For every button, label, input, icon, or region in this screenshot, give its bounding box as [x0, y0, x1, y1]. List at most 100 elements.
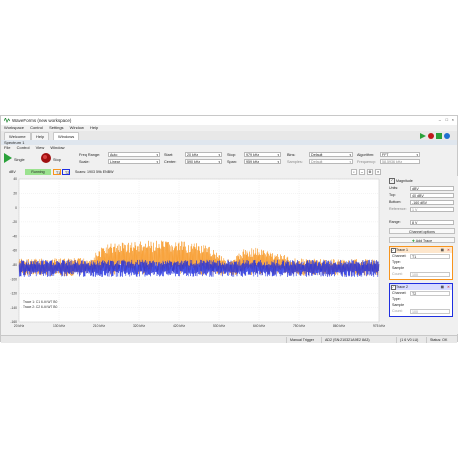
menu-settings[interactable]: Settings	[49, 125, 63, 130]
chevron-down-icon: ▾	[416, 153, 418, 157]
start-label: Start:	[164, 153, 174, 157]
bins-select[interactable]: Default ▾	[309, 152, 353, 157]
magnitude-label: Magnitude	[396, 179, 413, 183]
spectrum-plot[interactable]: 40200-20-40-60-80-100-120-140-160 20 kHz…	[1, 176, 386, 335]
trace2-card: ✓ Trace 2 ▦ ✕ Channel: T2 Type: Sample Co…	[389, 283, 453, 317]
x-tick-label: 420 kHz	[173, 324, 185, 328]
range-select[interactable]: 8 V	[410, 219, 454, 225]
start-field[interactable]: 20 kHz ▾	[185, 152, 222, 157]
device-status[interactable]: AD2 (SN:210321A9E2 8A3)	[321, 337, 373, 343]
y-tick-label: 0	[15, 206, 17, 210]
trigger-status[interactable]: Manual Trigger	[286, 337, 317, 343]
bins-value: Default	[311, 153, 323, 157]
trace1-name: Trace 1	[396, 248, 409, 252]
close-icon[interactable]: ×	[452, 117, 454, 122]
span-field[interactable]: 959 kHz ▾	[244, 159, 281, 164]
units-value: dBV	[412, 186, 419, 191]
menu-window[interactable]: Window	[70, 125, 84, 130]
trace1-channel-value: T1	[412, 254, 417, 259]
app-window: WaveForms (new workspace) – □ × Workspac…	[0, 115, 458, 343]
trace2-count-value: 100	[412, 309, 418, 314]
trace1-channel-label: Channel:	[392, 254, 407, 258]
trace1-toggle[interactable]: T1	[53, 169, 61, 175]
maximize-icon[interactable]: □	[446, 117, 448, 122]
y-tick-label: -100	[10, 277, 17, 281]
magnitude-checkbox[interactable]: ✓	[389, 178, 395, 185]
freq-range-value: Auto	[110, 153, 118, 157]
add-trace-label: Add Trace	[415, 239, 433, 243]
minimize-icon[interactable]: –	[439, 117, 441, 122]
y-tick-label: -120	[10, 292, 17, 296]
title-bar: WaveForms (new workspace) – □ ×	[1, 116, 457, 125]
window-title: WaveForms (new workspace)	[12, 118, 72, 123]
menu-help[interactable]: Help	[90, 125, 98, 130]
freq-range-select[interactable]: Auto ▾	[108, 152, 160, 157]
menu-control[interactable]: Control	[30, 125, 43, 130]
stop-freq-field[interactable]: 979 kHz ▾	[244, 152, 281, 157]
voltage-status: (1 6 V0 LU)	[396, 337, 421, 343]
cursor-icon[interactable]: ↔	[359, 169, 365, 175]
stop-label: Stop	[53, 158, 61, 162]
list-icon[interactable]: ≡	[375, 169, 381, 175]
x-tick-label: 860 kHz	[333, 324, 345, 328]
single-run-icon[interactable]	[4, 153, 12, 163]
trace2-channel-value: T2	[412, 291, 417, 296]
scale-select[interactable]: Linear ▾	[108, 159, 160, 164]
y-tick-label: -20	[12, 220, 17, 224]
frequency-label: Frequency:	[357, 160, 376, 164]
run-icon[interactable]	[420, 133, 426, 139]
plot-toolbar: dBV Running T1 T2 Scans: 1903 59k ENBW ⌕…	[1, 168, 457, 176]
bottom-field[interactable]: -160 dBV	[410, 199, 454, 205]
gear-icon[interactable]: ⚙	[367, 169, 373, 175]
algorithm-value: FFT	[382, 153, 389, 157]
stop-freq-value: 979 kHz	[246, 153, 260, 157]
reference-field[interactable]: 1 V	[410, 206, 454, 212]
range-value: 8 V	[412, 220, 418, 225]
bottom-value: -160 dBV	[412, 200, 427, 205]
stop-icon[interactable]	[428, 133, 434, 139]
app-logo-icon	[4, 118, 10, 123]
frequency-field[interactable]: 58.5936 kHz	[380, 159, 420, 164]
trace1-count-label: Count:	[392, 272, 403, 276]
trace2-name: Trace 2	[396, 285, 409, 289]
top-value: 40 dBV	[412, 193, 424, 198]
center-field[interactable]: 590 kHz ▾	[185, 159, 222, 164]
help-icon[interactable]	[444, 133, 450, 139]
trace1-type-label: Type:	[392, 260, 401, 264]
menu-workspace[interactable]: Workspace	[4, 125, 24, 130]
zoom-icon[interactable]: ⌕	[351, 169, 357, 175]
stop-freq-label: Stop:	[227, 153, 236, 157]
x-tick-label: 975 kHz	[373, 324, 385, 328]
trace2-channel-select[interactable]: T2	[410, 290, 450, 296]
samples-label: Samples:	[287, 160, 303, 164]
units-label: Units:	[389, 186, 399, 190]
algorithm-select[interactable]: FFT ▾	[380, 152, 420, 157]
top-field[interactable]: 40 dBV	[410, 192, 454, 198]
x-tick-label: 20 kHz	[14, 324, 25, 328]
ok-status: Status: OK	[426, 337, 450, 343]
magnitude-section: ✓ Magnitude	[389, 178, 455, 185]
right-panel: ✓ Magnitude Units: dBV Top: 40 dBV Bottom:…	[386, 176, 458, 334]
device-icon[interactable]	[436, 133, 442, 139]
trace1-count-field[interactable]: 100	[410, 271, 450, 277]
trace2-count-field[interactable]: 100	[410, 308, 450, 314]
top-label: Top:	[389, 193, 396, 197]
scale-value: Linear	[110, 160, 120, 164]
trace2-toggle[interactable]: T2	[62, 169, 70, 175]
trace2-type-label: Type:	[392, 297, 401, 301]
y-tick-label: -60	[12, 249, 17, 253]
reference-label: Reference:	[389, 207, 407, 211]
units-select[interactable]: dBV	[410, 185, 454, 191]
start-value: 20 kHz	[187, 153, 199, 157]
samples-select[interactable]: Default ▾	[309, 159, 353, 164]
legend-trace1: Trace 1: C1 6.4t W7 B0	[23, 300, 57, 304]
range-label: Range:	[389, 220, 401, 224]
channel-options-button[interactable]: Channel options	[389, 228, 455, 234]
run-status-badge: Running	[25, 169, 51, 175]
trace1-type-value[interactable]: Sample	[392, 266, 404, 270]
stop-button-icon[interactable]	[41, 153, 51, 163]
add-trace-button[interactable]: ✚ Add Trace	[389, 237, 455, 243]
trace1-channel-select[interactable]: T1	[410, 253, 450, 259]
trace2-type-value[interactable]: Sample	[392, 303, 404, 307]
x-tick-label: 530 kHz	[213, 324, 225, 328]
